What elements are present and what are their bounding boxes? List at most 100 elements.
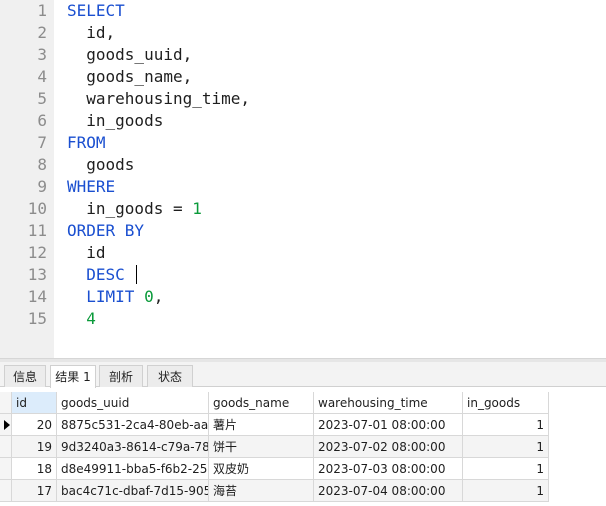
code-line: 13 DESC <box>0 264 606 286</box>
sql-text: , <box>153 287 164 306</box>
sql-keyword: SELECT <box>67 1 125 20</box>
code-line: 14 LIMIT 0, <box>0 286 606 308</box>
code-text[interactable]: goods <box>67 154 134 176</box>
text-caret <box>136 265 138 284</box>
tab-1[interactable]: 结果 1 <box>50 365 96 388</box>
table-cell[interactable]: 18 <box>12 458 57 480</box>
row-selector[interactable] <box>0 436 12 458</box>
row-selector[interactable] <box>0 480 12 502</box>
code-line: 2 id, <box>0 22 606 44</box>
line-number: 15 <box>27 309 47 328</box>
sql-number: 0 <box>144 287 154 306</box>
row-selector[interactable] <box>0 414 12 436</box>
tab-2[interactable]: 剖析 <box>99 365 143 387</box>
table-cell[interactable]: 双皮奶 <box>209 458 314 480</box>
code-line: 5 warehousing_time, <box>0 88 606 110</box>
sql-text: id, <box>67 23 116 42</box>
line-number: 6 <box>37 111 47 130</box>
table-cell[interactable]: bac4c71c-dbaf-7d15-905 <box>57 480 209 502</box>
table-cell[interactable]: 1 <box>463 414 549 436</box>
code-line: 3 goods_uuid, <box>0 44 606 66</box>
line-number: 7 <box>37 133 47 152</box>
code-line: 10 in_goods = 1 <box>0 198 606 220</box>
code-line: 7 FROM <box>0 132 606 154</box>
table-cell[interactable]: 20 <box>12 414 57 436</box>
code-line: 15 4 <box>0 308 606 330</box>
code-text[interactable]: id, <box>67 22 115 44</box>
code-line: 4 goods_name, <box>0 66 606 88</box>
sql-number: 4 <box>67 309 96 328</box>
column-header-warehousing-time[interactable]: warehousing_time <box>314 392 463 414</box>
table-cell[interactable]: 1 <box>463 480 549 502</box>
result-tabs: 信息 结果 1 剖析 状态 <box>0 362 606 388</box>
column-header-goods-name[interactable]: goods_name <box>209 392 314 414</box>
table-cell[interactable]: 2023-07-03 08:00:00 <box>314 458 463 480</box>
table-cell[interactable]: 8875c531-2ca4-80eb-aaa <box>57 414 209 436</box>
sql-text: in_goods = <box>67 199 193 218</box>
table-cell[interactable]: 2023-07-04 08:00:00 <box>314 480 463 502</box>
code-text[interactable]: id <box>67 242 106 264</box>
code-text[interactable]: in_goods <box>67 110 163 132</box>
sql-text: goods_name, <box>67 67 193 86</box>
line-number: 4 <box>37 67 47 86</box>
table-cell[interactable]: 2023-07-02 08:00:00 <box>314 436 463 458</box>
code-text[interactable]: 4 <box>67 308 96 330</box>
column-header-in-goods[interactable]: in_goods <box>463 392 549 414</box>
code-text[interactable]: LIMIT 0, <box>67 286 163 308</box>
table-cell[interactable]: 2023-07-01 08:00:00 <box>314 414 463 436</box>
line-number: 10 <box>27 199 47 218</box>
row-selector[interactable] <box>0 458 12 480</box>
code-text[interactable]: warehousing_time, <box>67 88 250 110</box>
tab-0[interactable]: 信息 <box>4 365 46 387</box>
sql-text: id <box>67 243 106 262</box>
table-cell[interactable]: d8e49911-bba5-f6b2-259 <box>57 458 209 480</box>
table-cell[interactable]: 饼干 <box>209 436 314 458</box>
code-text[interactable]: DESC <box>67 264 138 286</box>
line-number: 9 <box>37 177 47 196</box>
line-number: 5 <box>37 89 47 108</box>
line-number: 1 <box>37 1 47 20</box>
sql-text: in_goods <box>67 111 164 130</box>
sql-number: 1 <box>192 199 202 218</box>
code-line: 8 goods <box>0 154 606 176</box>
code-text[interactable]: SELECT <box>67 0 125 22</box>
line-number: 8 <box>37 155 47 174</box>
code-text[interactable]: in_goods = 1 <box>67 198 202 220</box>
line-number: 3 <box>37 45 47 64</box>
code-text[interactable]: FROM <box>67 132 106 154</box>
sql-keyword: FROM <box>67 133 106 152</box>
sql-keyword: WHERE <box>67 177 116 196</box>
sql-text: goods <box>67 155 135 174</box>
line-number: 12 <box>27 243 47 262</box>
code-text[interactable]: WHERE <box>67 176 115 198</box>
table-cell[interactable]: 海苔 <box>209 480 314 502</box>
sql-keyword: ORDER BY <box>67 221 145 240</box>
tab-3[interactable]: 状态 <box>147 365 193 387</box>
sql-keyword: LIMIT <box>67 287 145 306</box>
line-number: 14 <box>27 287 47 306</box>
sql-text: warehousing_time, <box>67 89 251 108</box>
code-line: 11 ORDER BY <box>0 220 606 242</box>
code-line: 6 in_goods <box>0 110 606 132</box>
code-line: 9 WHERE <box>0 176 606 198</box>
table-cell[interactable]: 19 <box>12 436 57 458</box>
sql-text: goods_uuid, <box>67 45 193 64</box>
table-cell[interactable]: 薯片 <box>209 414 314 436</box>
current-row-arrow-icon <box>4 420 10 430</box>
code-text[interactable]: ORDER BY <box>67 220 144 242</box>
line-number: 13 <box>27 265 47 284</box>
code-line: 12 id <box>0 242 606 264</box>
sql-keyword: DESC <box>67 265 135 284</box>
table-cell[interactable]: 9d3240a3-8614-c79a-783 <box>57 436 209 458</box>
result-grid[interactable]: id goods_uuid goods_name warehousing_time in… <box>0 392 606 506</box>
column-header-id[interactable]: id <box>12 392 57 414</box>
table-cell[interactable]: 1 <box>463 436 549 458</box>
code-line: 1 SELECT <box>0 0 606 22</box>
table-cell[interactable]: 17 <box>12 480 57 502</box>
grid-corner <box>0 392 12 414</box>
code-text[interactable]: goods_name, <box>67 66 192 88</box>
sql-editor[interactable]: 1 SELECT 2 id, 3 goods_uuid, 4 goods_name, 5 … <box>0 0 606 358</box>
code-text[interactable]: goods_uuid, <box>67 44 192 66</box>
column-header-goods-uuid[interactable]: goods_uuid <box>57 392 209 414</box>
table-cell[interactable]: 1 <box>463 458 549 480</box>
